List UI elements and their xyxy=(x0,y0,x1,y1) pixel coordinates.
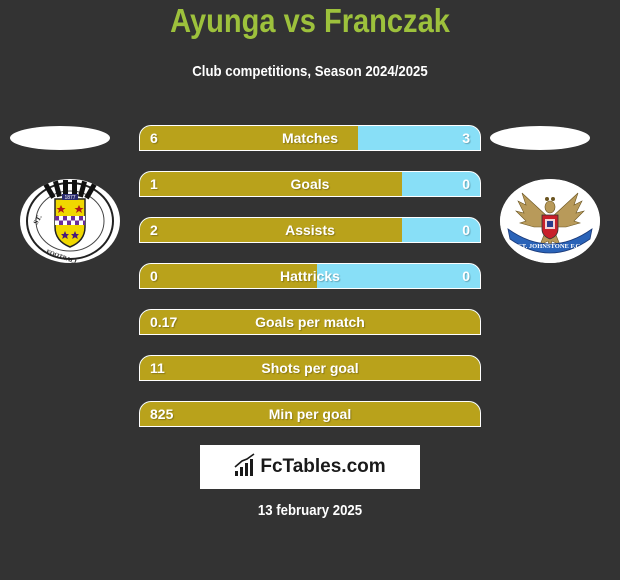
stat-row-hattricks: 0 Hattricks 0 xyxy=(139,263,481,289)
st-johnstone-crest-icon: ST. JOHNSTONE F.C. xyxy=(500,179,600,263)
stat-label: Hattricks xyxy=(280,268,340,284)
page-subtitle: Club competitions, Season 2024/2025 xyxy=(192,63,428,80)
date-label: 13 february 2025 xyxy=(257,502,363,519)
stat-row-matches: 6 Matches 3 xyxy=(139,125,481,151)
stat-row-min-per-goal: 825 Min per goal xyxy=(139,401,481,427)
stat-label: Min per goal xyxy=(268,406,352,422)
stat-row-assists: 2 Assists 0 xyxy=(139,217,481,243)
fctables-brand-badge[interactable]: FcTables.com xyxy=(200,445,420,489)
left-player-placeholder xyxy=(10,126,110,150)
bar-chart-trend-icon xyxy=(234,452,256,482)
page-title: Ayunga vs Franczak xyxy=(170,2,450,39)
right-value: 0 xyxy=(462,222,470,238)
right-value: 3 xyxy=(462,130,470,146)
stat-row-shots-per-goal: 11 Shots per goal xyxy=(139,355,481,381)
stat-label: Assists xyxy=(285,222,335,238)
svg-text:ST. JOHNSTONE F.C.: ST. JOHNSTONE F.C. xyxy=(518,243,582,250)
brand-name: FcTables.com xyxy=(260,456,386,477)
stat-label: Shots per goal xyxy=(261,360,359,376)
st-mirren-crest-icon: 1877 ST. FOOTBALL xyxy=(20,179,120,263)
svg-text:1877: 1877 xyxy=(64,195,75,201)
right-player-placeholder xyxy=(490,126,590,150)
right-value: 0 xyxy=(462,268,470,284)
right-value: 0 xyxy=(462,176,470,192)
stat-label: Matches xyxy=(281,130,339,146)
stat-label: Goals per match xyxy=(255,314,365,330)
stat-row-goals: 1 Goals 0 xyxy=(139,171,481,197)
stat-label: Goals xyxy=(290,176,330,192)
stat-row-goals-per-match: 0.17 Goals per match xyxy=(139,309,481,335)
